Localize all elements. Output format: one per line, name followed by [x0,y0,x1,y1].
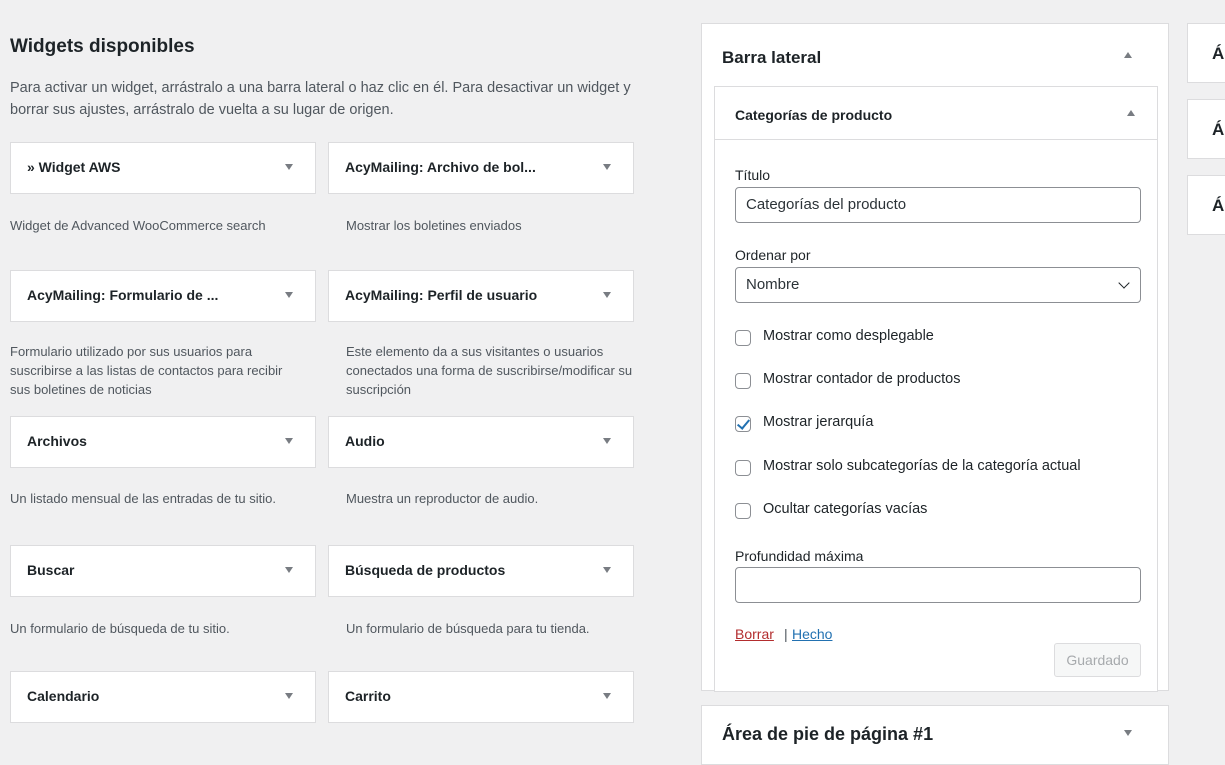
checkbox-label: Mostrar contador de productos [763,371,961,387]
expand-caret-icon[interactable] [1124,730,1132,736]
widget-calendario[interactable]: Calendario [10,671,316,723]
product-categories-widget: Categorías de producto Título Categorías… [714,86,1158,692]
chevron-down-icon [1118,277,1130,289]
checkbox-label: Mostrar solo subcategorías de la categor… [763,458,1081,474]
area-title: Ár [1212,196,1225,215]
widget-title: AcyMailing: Archivo de bol... [345,159,536,175]
widget-title: AcyMailing: Formulario de ... [27,287,219,303]
max-depth-label: Profundidad máxima [735,548,864,564]
checkbox-show-count[interactable] [735,373,751,389]
widget-description: Este elemento da a sus visitantes o usua… [346,344,633,397]
expand-arrow-icon[interactable] [603,567,611,573]
widget-description: Un listado mensual de las entradas de tu… [10,491,276,506]
widget-acymailing-formulario[interactable]: AcyMailing: Formulario de ... [10,270,316,322]
done-link[interactable]: Hecho [792,626,832,642]
expand-arrow-icon[interactable] [603,292,611,298]
widget-title: Archivos [27,433,87,449]
max-depth-input[interactable] [735,567,1141,603]
expand-arrow-icon[interactable] [285,438,293,444]
widget-description: Mostrar los boletines enviados [346,218,522,233]
order-by-select[interactable]: Nombre [735,267,1141,303]
checkbox-hide-empty[interactable] [735,503,751,519]
widget-title: Audio [345,433,385,449]
widget-acymailing-archivo[interactable]: AcyMailing: Archivo de bol... [328,142,634,194]
widget-description: Formulario utilizado por sus usuarios pa… [10,344,283,397]
widget-description: Widget de Advanced WooCommerce search [10,218,266,233]
widget-carrito[interactable]: Carrito [328,671,634,723]
checkbox-only-subcategories[interactable] [735,460,751,476]
expand-arrow-icon[interactable] [603,164,611,170]
checkbox-label: Mostrar jerarquía [763,414,874,430]
checkbox-show-dropdown[interactable] [735,330,751,346]
expand-arrow-icon[interactable] [603,438,611,444]
expand-arrow-icon[interactable] [285,292,293,298]
title-label: Título [735,167,771,183]
widget-buscar[interactable]: Buscar [10,545,316,597]
widget-title: Categorías de producto [735,107,893,123]
widget-archivos[interactable]: Archivos [10,416,316,468]
widget-title: AcyMailing: Perfil de usuario [345,287,538,303]
link-separator: | [784,626,788,642]
checkbox-label: Mostrar como desplegable [763,328,934,344]
widget-title: Buscar [27,562,75,578]
collapse-caret-icon[interactable] [1124,52,1132,58]
title-input[interactable]: Categorías del producto [735,187,1141,223]
widget-acymailing-perfil[interactable]: AcyMailing: Perfil de usuario [328,270,634,322]
widget-description: Un formulario de búsqueda para tu tienda… [346,621,590,636]
expand-arrow-icon[interactable] [285,567,293,573]
widget-busqueda-productos[interactable]: Búsqueda de productos [328,545,634,597]
expand-arrow-icon[interactable] [603,693,611,699]
widget-title: Calendario [27,688,100,704]
footer-area-title: Área de pie de página #1 [722,724,934,744]
available-widgets-heading: Widgets disponibles [10,36,195,57]
checkbox-show-hierarchy[interactable] [735,416,751,432]
widget-area-collapsed[interactable]: Ár [1187,23,1225,83]
expand-arrow-icon[interactable] [285,164,293,170]
area-title: Ár [1212,44,1225,63]
collapse-caret-icon[interactable] [1127,110,1135,116]
widget-title: » Widget AWS [27,159,121,175]
available-widgets-description: Para activar un widget, arrástralo a una… [10,80,631,118]
widget-header[interactable]: Categorías de producto [715,87,1157,140]
widget-description: Un formulario de búsqueda de tu sitio. [10,621,230,636]
footer-area-1[interactable]: Área de pie de página #1 [701,705,1169,765]
widget-title: Carrito [345,688,391,704]
sidebar-title[interactable]: Barra lateral [722,48,821,68]
widget-area-collapsed[interactable]: Ár [1187,175,1225,235]
order-by-label: Ordenar por [735,247,811,263]
expand-arrow-icon[interactable] [285,693,293,699]
order-by-value: Nombre [746,276,800,293]
sidebar-area: Barra lateral Categorías de producto Tít… [701,23,1169,692]
checkbox-label: Ocultar categorías vacías [763,501,928,517]
widget-audio[interactable]: Audio [328,416,634,468]
widget-title: Búsqueda de productos [345,562,506,578]
widget-description: Muestra un reproductor de audio. [346,491,539,506]
save-button[interactable]: Guardado [1054,643,1141,677]
area-title: Ár [1212,120,1225,139]
widget-aws[interactable]: » Widget AWS [10,142,316,194]
widget-area-collapsed[interactable]: Ár [1187,99,1225,159]
delete-link[interactable]: Borrar [735,626,774,642]
